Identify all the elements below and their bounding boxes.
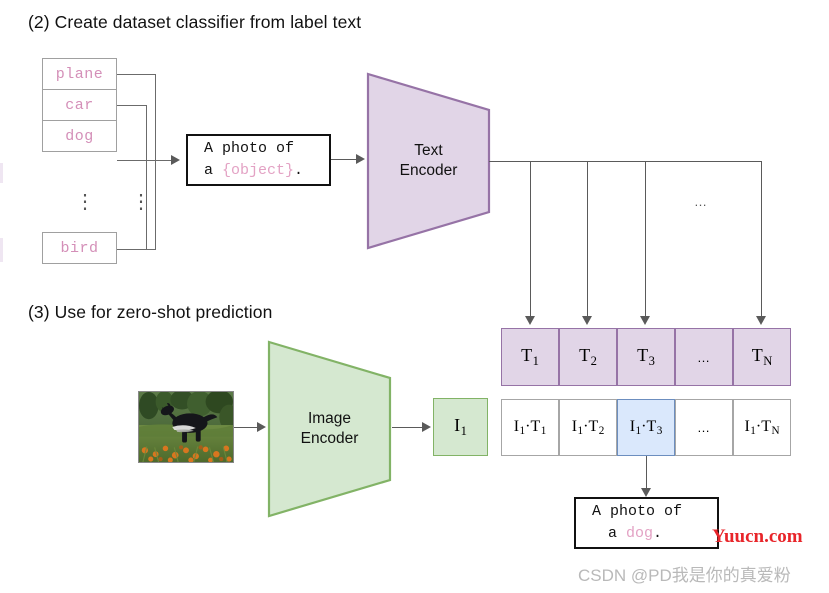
label-wire-dog [117,160,171,161]
arrow-image-encoder-to-i1 [422,422,431,432]
label-wire-plane [117,74,155,75]
image-encoder-shape [267,340,392,518]
text-embedding-cell-n-label: TN [751,345,773,368]
prediction-result-box: A photo of a dog. [574,497,719,549]
prompt-template-suffix: . [294,162,304,179]
figure-canvas: (2) Create dataset classifier from label… [0,0,829,593]
label-list-vertical-ellipsis-right: ⋮ [131,191,151,213]
similarity-cell-ellipsis: … [675,399,733,456]
prompt-template-prefix: a [204,162,223,179]
label-box-car: car [42,89,117,121]
label-bus-outer [155,74,156,250]
arrow-prompt-to-text-encoder [356,154,365,164]
text-embedding-cell-ellipsis: … [675,328,733,386]
watermark-csdn: CSDN @PD我是你的真爱粉 [578,566,791,585]
prompt-template-slot: {object} [222,162,295,179]
prediction-result-slot: dog [626,525,654,542]
label-bus-inner [146,105,147,250]
prediction-result-line-2: a dog. [592,523,662,545]
text-encoder-shape [366,72,491,250]
similarity-cell-2: I1·T2 [559,399,617,456]
prediction-result-line-1: A photo of [592,503,683,521]
label-box-bird: bird [42,232,117,264]
text-embedding-cell-n: TN [733,328,791,386]
similarity-ellipsis-label: … [697,420,711,435]
prediction-result-prefix: a [608,525,627,542]
arrow-photo-to-image-encoder [257,422,266,432]
input-image-artwork [139,392,233,462]
similarity-cell-2-label: I1·T2 [571,417,605,438]
similarity-cell-n: I1·TN [733,399,791,456]
watermark-yuucn: Yuucn.com [712,526,803,547]
similarity-cell-3-selected: I1·T3 [617,399,675,456]
arrow-selected-to-result [641,488,651,497]
wire-photo-to-image-encoder [234,427,257,428]
prompt-template-line-2: a {object}. [204,160,303,182]
image-embedding-box: I1 [433,398,488,456]
arrow-fanout-to-t1 [525,316,535,325]
label-list-vertical-ellipsis-left: ⋮ [75,191,95,213]
arrow-fanout-to-t3 [640,316,650,325]
arrow-fanout-to-tn [756,316,766,325]
text-embedding-cell-2-label: T2 [579,345,597,368]
label-wire-bird [117,249,146,250]
similarity-cell-n-label: I1·TN [744,417,780,438]
fanout-drop-n [761,161,762,316]
prompt-template-line-1: A photo of [204,140,295,158]
arrow-labels-to-prompt [171,155,180,165]
label-bus-bottom [146,249,156,250]
prompt-template-box: A photo of a {object}. [186,134,331,186]
label-box-dog: dog [42,120,117,152]
left-edge-artifact-top [0,163,3,183]
wire-prompt-to-text-encoder [331,159,356,160]
label-box-plane: plane [42,58,117,90]
input-image-thumbnail [138,391,234,463]
fanout-drop-1 [530,161,531,316]
label-wire-car [117,105,146,106]
text-embedding-cell-3-label: T3 [637,345,655,368]
image-embedding-label: I1 [454,415,467,438]
text-encoder: Text Encoder [366,72,491,250]
section-heading-step-3: (3) Use for zero-shot prediction [28,302,273,322]
left-edge-artifact-bottom [0,238,3,262]
text-embedding-cell-1: T1 [501,328,559,386]
text-embedding-cell-3: T3 [617,328,675,386]
fanout-drop-3 [645,161,646,316]
similarity-cell-1-label: I1·T1 [513,417,547,438]
similarity-cell-1: I1·T1 [501,399,559,456]
wire-image-encoder-to-i1 [392,427,422,428]
fanout-ellipsis: … [694,194,708,209]
image-encoder: Image Encoder [267,340,392,518]
section-heading-step-2: (2) Create dataset classifier from label… [28,12,362,32]
similarity-cell-3-label: I1·T3 [629,417,663,438]
wire-selected-to-result [646,456,647,488]
prediction-result-suffix: . [653,525,663,542]
text-embedding-cell-1-label: T1 [521,345,539,368]
text-embedding-cell-2: T2 [559,328,617,386]
text-embedding-ellipsis-label: … [697,349,711,365]
arrow-fanout-to-t2 [582,316,592,325]
fanout-drop-2 [587,161,588,316]
